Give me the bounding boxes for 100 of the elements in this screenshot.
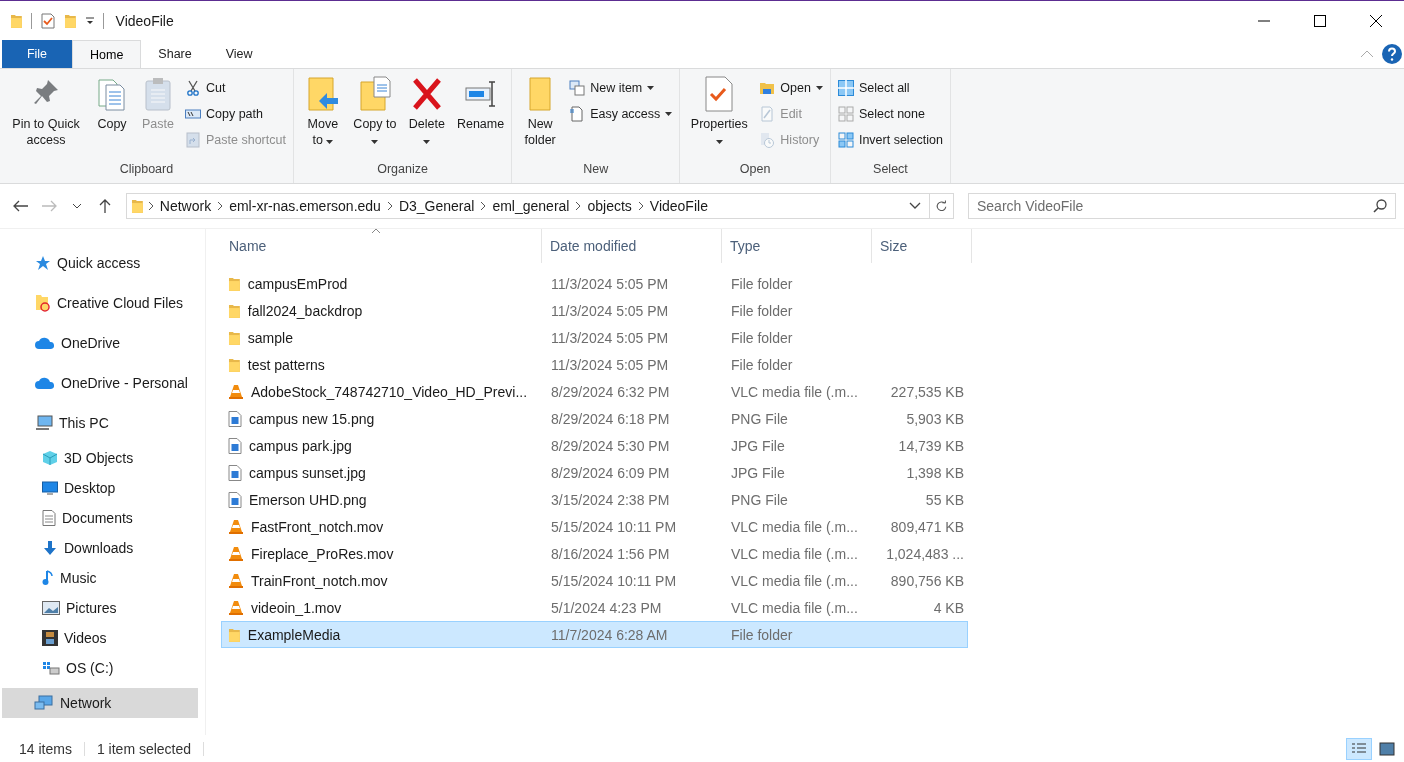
file-row[interactable]: campus park.jpg 8/29/2024 5:30 PM JPG File 14,739 KB (221, 432, 968, 459)
chevron-right-icon (386, 201, 393, 211)
ribbon-button[interactable]: Properties (684, 72, 755, 152)
address-bar[interactable]: Network eml-xr-nas.emerson.edu D3_General eml_general objects VideoFile (126, 193, 954, 219)
breadcrumb[interactable]: VideoFile (647, 198, 710, 214)
collapse-ribbon-icon[interactable] (1360, 50, 1374, 58)
history-icon (759, 132, 776, 148)
ribbon-button[interactable]: Copy (90, 72, 134, 136)
navigation-item[interactable]: Quick access (2, 248, 198, 278)
item-count: 14 items (19, 740, 72, 757)
maximize-icon (1314, 14, 1326, 27)
invert-selection-icon (837, 132, 854, 148)
ribbon-button[interactable]: Select all (834, 76, 946, 100)
ribbon-button[interactable]: Cut (182, 76, 289, 100)
ribbon-button[interactable]: New folder (516, 72, 565, 152)
file-name: campus park.jpg (249, 437, 352, 454)
file-row[interactable]: AdobeStock_748742710_Video_HD_Previ... 8/29/2024 6:32 PM VLC media file (.m... 227,535 KB (221, 378, 968, 405)
file-row[interactable]: Fireplace_ProRes.mov 8/16/2024 1:56 PM VLC media file (.m... 1,024,483 ... (221, 540, 968, 567)
ribbon-button[interactable]: Rename (453, 72, 508, 136)
ribbon-button[interactable]: New item (566, 76, 676, 100)
ribbon-button[interactable]: Select none (834, 102, 946, 126)
navigation-item[interactable]: Downloads (2, 533, 198, 563)
delete-icon (410, 76, 443, 112)
file-name: sample (247, 329, 293, 346)
navigation-item[interactable]: Documents (2, 503, 198, 533)
chevron-down-icon[interactable] (909, 202, 921, 210)
file-row[interactable]: sample 11/3/2024 5:05 PM File folder (221, 324, 968, 351)
type-cell-text: File folder (730, 329, 794, 346)
ribbon-button[interactable]: Pin to Quick access (4, 72, 88, 152)
refresh-icon (936, 199, 947, 213)
breadcrumb[interactable]: eml-xr-nas.emerson.edu (227, 198, 383, 214)
column-header[interactable]: Date modified (542, 229, 722, 263)
help-icon[interactable] (1382, 44, 1402, 64)
file-name: fall2024_backdrop (247, 302, 363, 319)
ribbon-button[interactable]: Invert selection (834, 128, 946, 152)
ribbon-button[interactable]: Easy access (566, 102, 676, 126)
ribbon-tab[interactable]: Share (141, 40, 209, 68)
breadcrumb[interactable]: D3_General (396, 198, 477, 214)
type-cell-text: VLC media file (.m... (730, 383, 859, 400)
navigation-item[interactable]: This PC (2, 408, 198, 438)
date-cell-text: 8/29/2024 6:18 PM (550, 410, 671, 427)
file-row[interactable]: ExampleMedia 11/7/2024 6:28 AM File folder (221, 621, 968, 648)
file-row[interactable]: videoin_1.mov 5/1/2024 4:23 PM VLC media file (.m... 4 KB (221, 594, 968, 621)
ribbon-button[interactable]: Copy to (349, 72, 400, 152)
checkmark-document-icon (703, 76, 736, 112)
file-row[interactable]: FastFront_notch.mov 5/15/2024 10:11 PM VLC media file (.m... 809,471 KB (221, 513, 968, 540)
navigation-item[interactable]: OneDrive (2, 328, 198, 358)
size-cell-text: 5,903 KB (905, 410, 965, 427)
group-label: Clipboard (118, 161, 175, 178)
navigation-item[interactable]: Videos (2, 623, 198, 653)
file-row[interactable]: fall2024_backdrop 11/3/2024 5:05 PM File folder (221, 297, 968, 324)
type-cell-text: VLC media file (.m... (730, 572, 859, 589)
ribbon-tab[interactable]: File (2, 40, 72, 68)
folder-icon (228, 329, 241, 346)
navigation-item[interactable]: Music (2, 563, 198, 593)
file-row[interactable]: campus new 15.png 8/29/2024 6:18 PM PNG File 5,903 KB (221, 405, 968, 432)
ribbon-button[interactable]: Copy path (182, 102, 289, 126)
file-row[interactable]: campusEmProd 11/3/2024 5:05 PM File folder (221, 270, 968, 297)
navigation-item[interactable]: OS (C:) (2, 653, 198, 683)
navigation-item[interactable]: OneDrive - Personal (2, 368, 198, 398)
checkmark-document-icon[interactable] (39, 12, 56, 29)
file-row[interactable]: test patterns 11/3/2024 5:05 PM File folder (221, 351, 968, 378)
path-icon (185, 106, 201, 122)
search-icon (1373, 199, 1387, 213)
film-strip-icon (42, 630, 58, 646)
ribbon-button[interactable]: Delete (401, 72, 452, 152)
ribbon-tab[interactable]: View (208, 40, 270, 68)
traffic-cone-icon (228, 383, 244, 400)
column-header[interactable]: Name (221, 229, 542, 263)
navigation-item[interactable]: Desktop (2, 473, 198, 503)
column-header[interactable]: Size (872, 229, 972, 263)
breadcrumb[interactable]: eml_general (490, 198, 572, 214)
date-cell-text: 8/29/2024 6:09 PM (550, 464, 671, 481)
date-cell-text: 11/7/2024 6:28 AM (550, 626, 669, 643)
navigation-item[interactable]: 3D Objects (2, 443, 198, 473)
details-view-button[interactable] (1346, 737, 1372, 760)
dropdown-icon[interactable] (84, 15, 95, 26)
ribbon-tab[interactable]: Home (72, 40, 142, 68)
file-row[interactable]: TrainFront_notch.mov 5/15/2024 10:11 PM VLC media file (.m... 890,756 KB (221, 567, 968, 594)
ribbon-button[interactable]: Move to (297, 72, 348, 152)
type-cell-text: File folder (730, 626, 794, 643)
navigation-item[interactable]: Pictures (2, 593, 198, 623)
navigation-item[interactable]: Network (2, 688, 198, 718)
date-cell-text: 8/29/2024 5:30 PM (550, 437, 671, 454)
file-name: campus sunset.jpg (249, 464, 366, 481)
breadcrumb[interactable]: Network (157, 198, 214, 214)
search-field[interactable]: Search VideoFile (968, 193, 1396, 219)
size-cell-text: 14,739 KB (897, 437, 965, 454)
navigation-item[interactable]: Creative Cloud Files (2, 288, 198, 318)
type-cell-text: File folder (730, 275, 794, 292)
select-none-icon (837, 106, 854, 122)
column-header[interactable]: Type (722, 229, 872, 263)
breadcrumb[interactable]: objects (585, 198, 634, 214)
copy-icon (96, 76, 128, 112)
file-row[interactable]: campus sunset.jpg 8/29/2024 6:09 PM JPG File 1,398 KB (221, 459, 968, 486)
ribbon-button[interactable]: Open (756, 76, 826, 100)
file-row[interactable]: Emerson UHD.png 3/15/2024 2:38 PM PNG File 55 KB (221, 486, 968, 513)
cloud-icon (35, 336, 55, 350)
cube-icon (42, 450, 58, 466)
type-cell-text: JPG File (730, 464, 786, 481)
